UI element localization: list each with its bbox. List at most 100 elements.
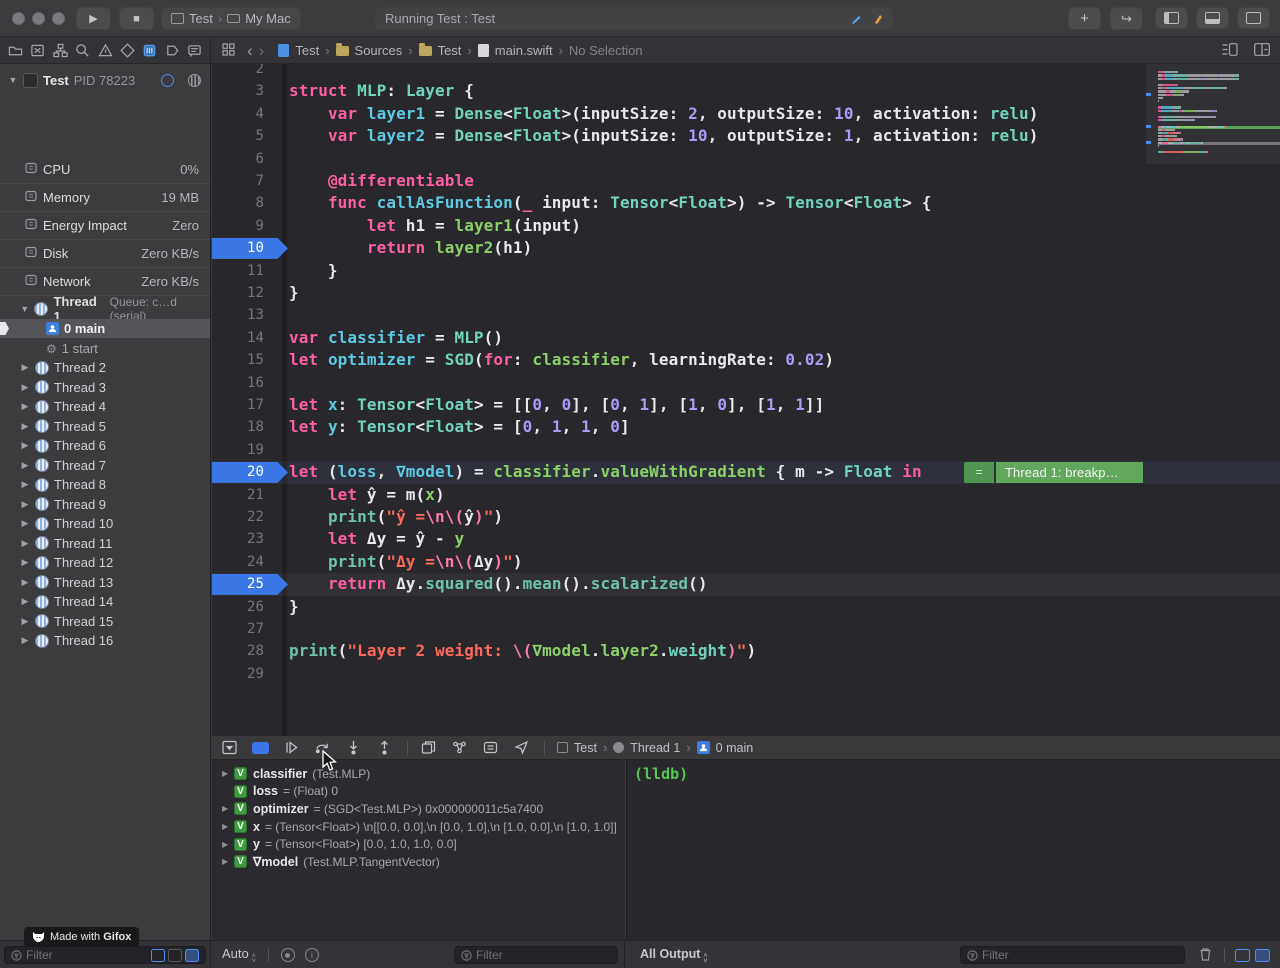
issue-navigator-icon[interactable] (97, 42, 114, 59)
gauge-row-network[interactable]: NetworkZero KB/s (0, 268, 211, 296)
console-filter-field[interactable]: Filter (960, 946, 1185, 964)
print-description-icon[interactable]: i (305, 948, 319, 962)
line-number[interactable]: 28 (212, 640, 264, 662)
thread-row[interactable]: ▶Thread 16 (0, 631, 211, 650)
line-number[interactable]: 14 (212, 327, 264, 349)
show-stack-frames-toggle-icon[interactable] (168, 949, 182, 962)
gauge-row-energy-impact[interactable]: Energy ImpactZero (0, 212, 211, 240)
thread-row[interactable]: ▶Thread 6 (0, 436, 211, 455)
thread-row[interactable]: ▶Thread 3 (0, 378, 211, 397)
line-number[interactable]: 29 (212, 663, 264, 685)
show-running-toggle-icon[interactable] (151, 949, 165, 962)
console-panel-toggle-right[interactable] (1255, 949, 1270, 962)
breakpoint-navigator-icon[interactable] (164, 42, 181, 59)
line-number[interactable]: 3 (212, 80, 264, 102)
line-number[interactable]: 20 (212, 461, 264, 483)
source-editor[interactable]: 23struct MLP: Layer {4 var layer1 = Dens… (212, 64, 1280, 736)
line-number[interactable]: 17 (212, 394, 264, 416)
line-number[interactable]: 4 (212, 103, 264, 125)
disclosure-triangle-icon[interactable]: ▶ (20, 440, 30, 451)
disclosure-triangle-icon[interactable]: ▶ (20, 382, 30, 393)
disclosure-triangle-icon[interactable]: ▶ (20, 460, 30, 471)
symbol-navigator-icon[interactable] (52, 42, 69, 59)
breadcrumb-target[interactable]: Test (295, 43, 319, 58)
debug-jump-target[interactable]: Test (574, 741, 597, 755)
line-number[interactable]: 11 (212, 260, 264, 282)
disclosure-triangle-icon[interactable]: ▶ (20, 635, 30, 646)
line-number[interactable]: 18 (212, 416, 264, 438)
line-number[interactable]: 15 (212, 349, 264, 371)
disclosure-triangle-icon[interactable]: ▶ (20, 499, 30, 510)
related-items-icon[interactable] (222, 43, 235, 59)
disclosure-triangle-icon[interactable]: ▶ (20, 557, 30, 568)
gauge-row-cpu[interactable]: CPU0% (0, 156, 211, 184)
breakpoint-annotation[interactable]: =Thread 1: breakp… (964, 462, 1143, 483)
variable-row[interactable]: ▶Vy= (Tensor<Float>) [0.0, 1.0, 1.0, 0.0… (212, 835, 625, 853)
breadcrumb-selection[interactable]: No Selection (569, 43, 643, 58)
thread-row[interactable]: ▶Thread 13 (0, 573, 211, 592)
variable-row[interactable]: ▶Vx= (Tensor<Float>) \n[[0.0, 0.0],\n [0… (212, 818, 625, 836)
simulate-location-icon[interactable] (513, 739, 530, 756)
minimize-window-button[interactable] (32, 12, 45, 25)
debug-navigator-icon[interactable] (141, 42, 158, 59)
quick-look-icon[interactable] (281, 948, 295, 962)
line-number[interactable]: 6 (212, 148, 264, 170)
test-navigator-icon[interactable] (119, 42, 136, 59)
disclosure-triangle-icon[interactable]: ▶ (222, 804, 234, 813)
console-output[interactable]: (lldb) (626, 760, 1280, 940)
disclosure-triangle-icon[interactable]: ▶ (20, 577, 30, 588)
line-number[interactable]: 7 (212, 170, 264, 192)
back-button[interactable]: ‹ (247, 41, 253, 61)
variable-row[interactable]: Vloss= (Float) 0 (212, 783, 625, 801)
stop-button[interactable]: ■ (119, 7, 154, 30)
line-number[interactable]: 5 (212, 125, 264, 147)
process-row[interactable]: ▼TestPID 78223 (0, 70, 211, 90)
console-panel-toggle-left[interactable] (1235, 949, 1250, 962)
line-number[interactable]: 21 (212, 484, 264, 506)
stack-frame-row[interactable]: ⚙1 start (0, 339, 211, 358)
stack-frame-row[interactable]: 0 main (0, 319, 211, 338)
line-number[interactable]: 19 (212, 439, 264, 461)
disclosure-triangle-icon[interactable]: ▶ (222, 840, 234, 849)
line-number[interactable]: 27 (212, 618, 264, 640)
variables-view[interactable]: ▶Vclassifier(Test.MLP)Vloss= (Float) 0▶V… (212, 760, 625, 940)
disclosure-triangle-icon[interactable]: ▶ (20, 616, 30, 627)
toggle-inspector-button[interactable] (1237, 7, 1270, 29)
memory-graph-icon[interactable] (451, 739, 468, 756)
thread-row[interactable]: ▶Thread 2 (0, 358, 211, 377)
disclosure-triangle-icon[interactable]: ▶ (20, 362, 30, 373)
variable-row[interactable]: ▶V∇model(Test.MLP.TangentVector) (212, 853, 625, 871)
gauge-row-memory[interactable]: Memory19 MB (0, 184, 211, 212)
report-navigator-icon[interactable] (186, 42, 203, 59)
editor-options-icon[interactable] (1222, 43, 1238, 59)
disclosure-triangle-icon[interactable]: ▶ (20, 518, 30, 529)
disclosure-triangle-icon[interactable]: ▶ (222, 857, 234, 866)
line-number[interactable]: 24 (212, 551, 264, 573)
variables-filter-field[interactable]: Filter (454, 946, 618, 964)
continue-icon[interactable] (283, 739, 300, 756)
disclosure-triangle-icon[interactable]: ▶ (222, 769, 234, 778)
line-number[interactable]: 23 (212, 528, 264, 550)
line-number[interactable]: 22 (212, 506, 264, 528)
variable-row[interactable]: ▶Vclassifier(Test.MLP) (212, 765, 625, 783)
view-process-by-thread-icon[interactable] (188, 74, 201, 87)
debug-jump-thread[interactable]: Thread 1 (630, 741, 680, 755)
gauge-row-disk[interactable]: DiskZero KB/s (0, 240, 211, 268)
debug-jump-frame[interactable]: 0 main (716, 741, 754, 755)
line-number[interactable]: 8 (212, 192, 264, 214)
hide-debug-area-icon[interactable] (221, 739, 238, 756)
toggle-debug-area-button[interactable] (1196, 7, 1229, 29)
pencil-status-icon[interactable] (851, 14, 861, 24)
thread-row[interactable]: ▶Thread 10 (0, 514, 211, 533)
variable-row[interactable]: ▶Voptimizer= (SGD<Test.MLP>) 0x000000011… (212, 800, 625, 818)
thread-row[interactable]: ▶Thread 9 (0, 495, 211, 514)
line-number[interactable]: 2 (212, 64, 264, 80)
step-into-icon[interactable] (345, 739, 362, 756)
forward-button[interactable]: › (259, 41, 265, 61)
navigator-filter-field[interactable]: Filter (4, 946, 206, 964)
thread-row[interactable]: ▶Thread 4 (0, 397, 211, 416)
disclosure-triangle-icon[interactable]: ▶ (20, 538, 30, 549)
line-number[interactable]: 13 (212, 304, 264, 326)
thread-row[interactable]: ▶Thread 15 (0, 612, 211, 631)
breadcrumb-group[interactable]: Test (438, 43, 462, 58)
